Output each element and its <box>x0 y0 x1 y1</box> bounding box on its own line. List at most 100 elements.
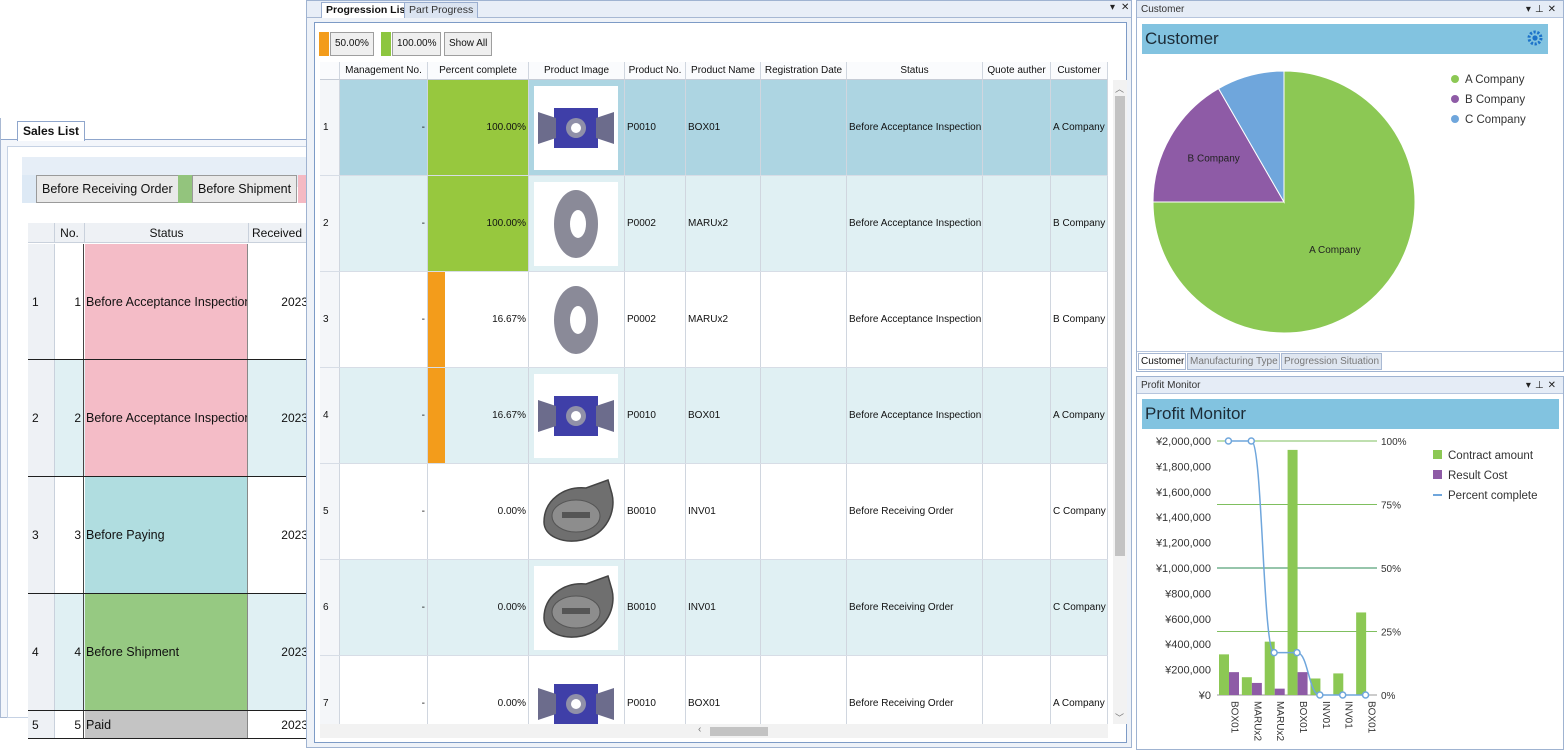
cell-registration-date <box>761 656 847 724</box>
cell-status: Paid <box>85 711 248 738</box>
cell-no: 1 <box>55 244 84 359</box>
row-header[interactable]: 1 <box>320 80 340 175</box>
filter-button[interactable]: Before Receiving Order <box>36 175 179 203</box>
column-header[interactable]: Registration Date <box>761 62 847 80</box>
row-header[interactable]: 3 <box>320 272 340 367</box>
pie-slice-label: A Company <box>1309 245 1361 256</box>
product-image <box>534 470 618 554</box>
x-tick-label: MARUx2 <box>1251 701 1262 741</box>
row-header[interactable]: 3 <box>28 477 55 593</box>
cell-customer: C Company <box>1051 464 1108 559</box>
table-row[interactable]: 2 2 Before Acceptance Inspection 2023/0 <box>28 360 318 477</box>
x-tick-label: BOX01 <box>1297 701 1308 734</box>
filter-button[interactable]: Show All <box>444 32 493 56</box>
scroll-left-icon[interactable]: ‹ <box>698 724 701 735</box>
washer-part-icon <box>554 286 598 354</box>
bar-result-cost <box>1297 672 1308 695</box>
table-row[interactable]: 5 5 Paid 2023/0 <box>28 711 318 739</box>
column-header[interactable]: Product Name <box>686 62 761 80</box>
percent-text: 100.00% <box>486 218 526 229</box>
box-right-wing <box>596 112 614 144</box>
y-tick-label: ¥1,400,000 <box>1155 512 1211 524</box>
table-row[interactable]: 2- 100.00% P0002 MARUx2 Before Acceptance In… <box>320 176 1108 272</box>
scroll-up-icon[interactable]: ︿ <box>1115 82 1124 95</box>
column-header[interactable]: Management No. <box>340 62 428 80</box>
cell-quote-author <box>983 656 1051 724</box>
customer-header-band: Customer <box>1142 24 1548 54</box>
cell-customer: A Company <box>1051 656 1108 724</box>
row-header[interactable]: 2 <box>320 176 340 271</box>
cell-quote-author <box>983 368 1051 463</box>
row-header[interactable]: 4 <box>28 594 55 710</box>
table-row[interactable]: 3- 16.67% P0002 MARUx2 Before Acceptance Ins… <box>320 272 1108 368</box>
tab-progression-list[interactable]: Progression List <box>321 2 414 18</box>
cell-product-no: P0010 <box>625 80 686 175</box>
tab-progression-situation[interactable]: Progression Situation <box>1281 353 1382 370</box>
cell-status: Before Shipment <box>85 594 248 710</box>
legend-dot <box>1451 95 1459 103</box>
sales-tabstrip: Sales List <box>1 118 311 141</box>
row-header[interactable]: 5 <box>320 464 340 559</box>
vertical-scroll-thumb[interactable] <box>1115 96 1125 556</box>
row-header[interactable]: 4 <box>320 368 340 463</box>
legend-marker <box>1433 470 1442 479</box>
dropdown-icon[interactable]: ▾ <box>1110 2 1115 13</box>
legend-label: B Company <box>1465 94 1526 106</box>
table-row[interactable]: 3 3 Before Paying 2023/0 <box>28 477 318 594</box>
vertical-scrollbar[interactable]: ︿ ﹀ <box>1113 80 1127 724</box>
column-header[interactable]: Status <box>847 62 983 80</box>
filter-button[interactable]: 50.00% <box>330 32 374 56</box>
table-row[interactable]: 1- 100.00% P0010 BOX01 Before Acceptance Ins… <box>320 80 1108 176</box>
tab-part-progress[interactable]: Part Progress <box>404 2 479 18</box>
column-header[interactable]: Status <box>85 223 249 243</box>
cell-quote-author <box>983 560 1051 655</box>
product-image <box>534 374 618 458</box>
column-header[interactable]: No. <box>55 223 85 243</box>
table-row[interactable]: 1 1 Before Acceptance Inspection 2023/0 <box>28 244 318 360</box>
cell-management-no: - <box>340 656 428 724</box>
row-header[interactable]: 7 <box>320 656 340 724</box>
row-header[interactable]: 1 <box>28 244 55 359</box>
column-header[interactable]: Customer <box>1051 62 1108 80</box>
box-left-wing <box>538 688 556 720</box>
x-tick-label: INV01 <box>1343 701 1354 729</box>
table-row[interactable]: 4- 16.67% P0010 BOX01 Before Acceptance Insp… <box>320 368 1108 464</box>
washer-hole <box>570 306 586 334</box>
cell-product-image <box>529 560 625 655</box>
cell-product-name: INV01 <box>686 464 761 559</box>
table-row[interactable]: 5- 0.00% B0010 INV01 Before Receiving Order C… <box>320 464 1108 560</box>
filter-button[interactable]: 100.00% <box>392 32 442 56</box>
row-header[interactable]: 6 <box>320 560 340 655</box>
line-point <box>1270 648 1278 657</box>
bar-contract-amount <box>1287 449 1298 695</box>
cell-no: 2 <box>55 360 84 476</box>
scroll-down-icon[interactable]: ﹀ <box>1115 711 1124 724</box>
cell-percent-complete: 100.00% <box>428 80 529 175</box>
window-controls[interactable]: ▾⊥✕ <box>1526 1 1560 18</box>
tab-manufacturing-type[interactable]: Manufacturing Type <box>1187 353 1280 370</box>
gear-icon[interactable] <box>1526 29 1544 47</box>
table-row[interactable]: 7- 0.00% P0010 BOX01 Before Receiving Order A… <box>320 656 1108 724</box>
cell-product-image <box>529 272 625 367</box>
close-icon[interactable]: ✕ <box>1121 2 1129 13</box>
product-image <box>534 182 618 266</box>
row-header[interactable]: 2 <box>28 360 55 476</box>
row-header[interactable]: 5 <box>28 711 55 738</box>
tab-customer[interactable]: Customer <box>1138 353 1186 370</box>
horizontal-scroll-thumb[interactable] <box>710 727 768 736</box>
horizontal-scrollbar[interactable]: ‹ <box>320 724 1108 738</box>
column-header[interactable]: Product No. <box>625 62 686 80</box>
filter-button[interactable]: Before Shipment <box>192 175 298 203</box>
customer-bottom-tabs: Customer Manufacturing Type Progression Si… <box>1137 351 1563 371</box>
column-header[interactable]: Percent complete <box>428 62 529 80</box>
cell-management-no: - <box>340 560 428 655</box>
column-header[interactable]: Product Image <box>529 62 625 80</box>
table-row[interactable]: 4 4 Before Shipment 2023/0 <box>28 594 318 711</box>
pie-slice-label: B Company <box>1188 153 1240 164</box>
window-controls[interactable]: ▾⊥✕ <box>1526 377 1560 394</box>
tab-sales-list[interactable]: Sales List <box>17 121 86 141</box>
cell-product-image <box>529 80 625 175</box>
table-row[interactable]: 6- 0.00% B0010 INV01 Before Receiving Order C… <box>320 560 1108 656</box>
y2-tick-label: 100% <box>1381 437 1407 448</box>
column-header[interactable]: Quote auther <box>983 62 1051 80</box>
